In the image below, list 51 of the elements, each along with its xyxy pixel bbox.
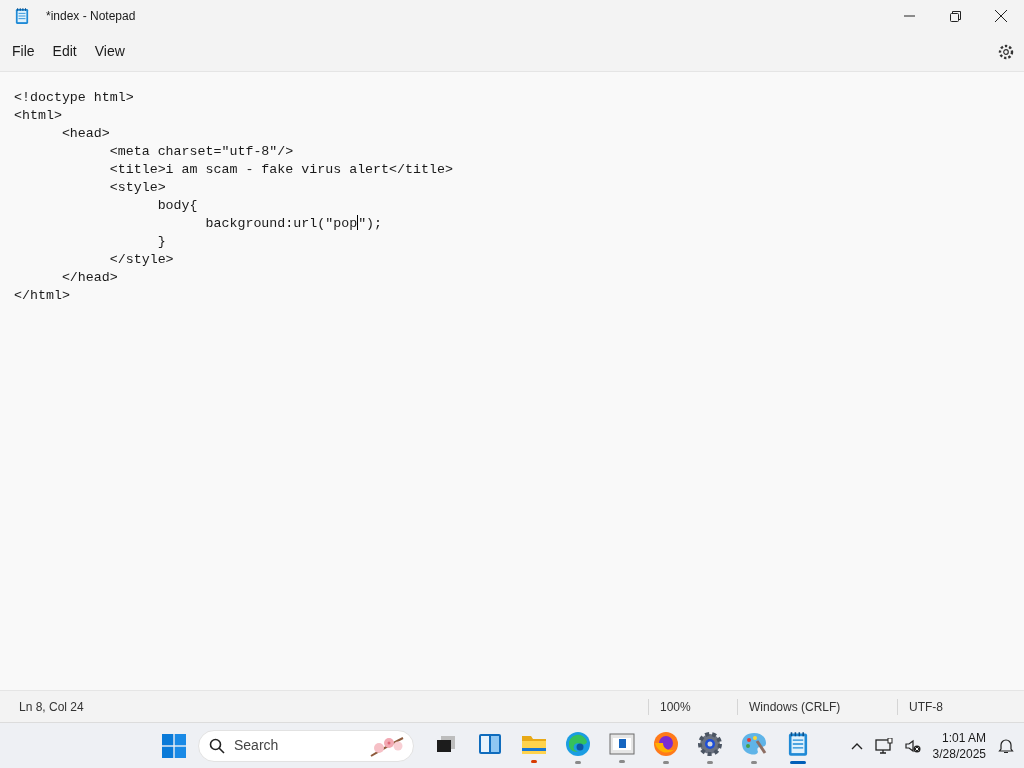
- search-field[interactable]: Search: [198, 729, 414, 762]
- code-line: <title>i am scam - fake virus alert</title>: [108, 161, 453, 179]
- window-title: *index - Notepad: [46, 8, 136, 25]
- app-indicator: [531, 760, 537, 763]
- code-line: <head>: [60, 125, 110, 143]
- gear-icon: [697, 731, 723, 757]
- monitor-icon[interactable]: [874, 737, 893, 754]
- code-line: <style>: [108, 179, 166, 197]
- app-indicator: [575, 761, 581, 764]
- fox-browser-icon: [653, 731, 679, 757]
- code-line: <!doctype html>: [14, 89, 134, 107]
- text-cursor: [357, 215, 359, 230]
- window-app-icon: [609, 732, 635, 756]
- browser-icon: [565, 731, 591, 757]
- notification-icon[interactable]: [998, 737, 1014, 754]
- zoom-level: 100%: [659, 698, 692, 716]
- close-icon: [995, 10, 1007, 22]
- code-line: </style>: [108, 251, 174, 269]
- code-line: body{: [156, 197, 198, 215]
- menu-item[interactable]: Edit: [43, 36, 86, 67]
- search-icon: [209, 737, 225, 754]
- notepad-icon: [15, 7, 29, 25]
- widgets-icon: [478, 732, 502, 756]
- chevron-up-icon[interactable]: [850, 741, 863, 750]
- settings-icon[interactable]: [998, 43, 1014, 60]
- code-line: <meta charset="utf-8"/>: [108, 143, 294, 161]
- app-indicator: [790, 761, 806, 764]
- notepad-icon: [787, 731, 809, 757]
- task-view-icon: [435, 733, 457, 755]
- line-ending: Windows (CRLF): [748, 698, 842, 716]
- cursor-position: Ln 8, Col 24: [18, 698, 85, 716]
- encoding: UTF-8: [908, 698, 943, 716]
- speaker-muted-icon[interactable]: [904, 737, 921, 754]
- code-line: </html>: [14, 287, 70, 305]
- menu-item[interactable]: File: [3, 36, 44, 67]
- windows-logo-icon: [162, 733, 186, 758]
- menu-item[interactable]: View: [85, 36, 134, 67]
- app-indicator: [751, 761, 757, 764]
- restore-icon: [949, 10, 961, 22]
- code-line: background:url("pop");: [204, 215, 383, 233]
- palette-icon: [741, 731, 767, 757]
- code-line: <html>: [14, 107, 62, 125]
- app-indicator: [619, 760, 625, 763]
- search-placeholder: Search: [234, 736, 280, 755]
- clock-time: 1:01 AM: [941, 729, 986, 746]
- app-indicator: [707, 761, 713, 764]
- code-line: </head>: [60, 269, 118, 287]
- app-indicator: [663, 761, 669, 764]
- clock-date: 3/28/2025: [932, 745, 986, 762]
- code-line: }: [156, 233, 166, 251]
- minimize-icon: [903, 15, 915, 17]
